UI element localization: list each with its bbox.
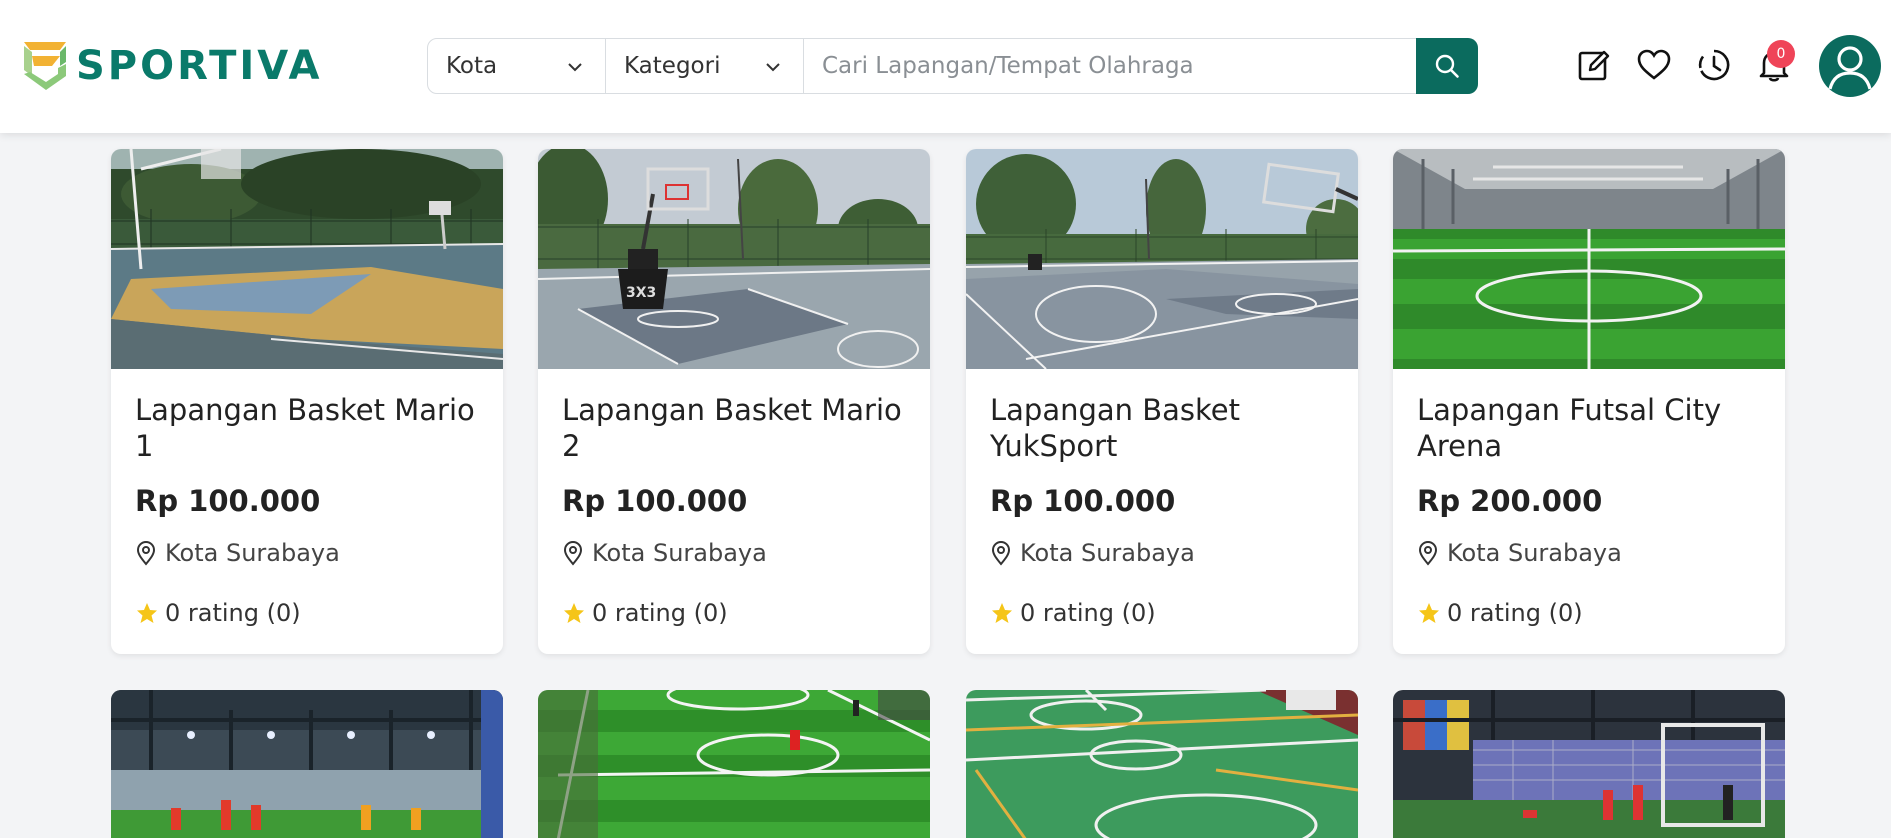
- chevron-down-icon: [766, 63, 780, 72]
- user-avatar[interactable]: [1819, 35, 1881, 97]
- venue-name: Lapangan Basket Mario 1: [135, 393, 475, 463]
- venue-card[interactable]: [111, 690, 503, 838]
- edit-button[interactable]: [1575, 46, 1613, 84]
- venue-photo: [1393, 149, 1785, 369]
- user-icon: [1828, 46, 1872, 90]
- venue-rating: 0 rating (0): [135, 599, 301, 627]
- venue-rating-text: 0 rating (0): [1020, 599, 1156, 627]
- venue-price: Rp 100.000: [990, 484, 1176, 518]
- map-pin-icon: [991, 541, 1011, 566]
- search-button[interactable]: [1416, 38, 1478, 94]
- history-button[interactable]: [1695, 46, 1733, 84]
- star-icon: [992, 603, 1012, 623]
- venue-rating: 0 rating (0): [1417, 599, 1583, 627]
- venue-name: Lapangan Futsal City Arena: [1417, 393, 1722, 463]
- venue-photo: [966, 149, 1358, 369]
- venue-photo: [538, 690, 930, 838]
- map-pin-icon: [563, 541, 583, 566]
- venue-card[interactable]: Lapangan Basket Mario 1 Rp 100.000 Kota …: [111, 149, 503, 654]
- brand-logo[interactable]: SPORTIVA: [20, 37, 323, 95]
- venue-rating-text: 0 rating (0): [165, 599, 301, 627]
- venue-card[interactable]: [1393, 690, 1785, 838]
- venue-location: Kota Surabaya: [990, 539, 1195, 567]
- favorites-button[interactable]: [1635, 46, 1673, 84]
- map-pin-icon: [1418, 541, 1438, 566]
- search-icon: [1435, 54, 1459, 78]
- city-dropdown[interactable]: Kota: [428, 39, 606, 93]
- venue-name: Lapangan Basket Mario 2: [562, 393, 902, 463]
- venue-card[interactable]: Lapangan Basket YukSport Rp 100.000 Kota…: [966, 149, 1358, 654]
- venue-card[interactable]: Lapangan Futsal City Arena Rp 200.000 Ko…: [1393, 149, 1785, 654]
- map-pin-icon: [136, 541, 156, 566]
- notification-badge: 0: [1767, 40, 1795, 68]
- brand-name: SPORTIVA: [76, 43, 323, 89]
- venue-location: Kota Surabaya: [1417, 539, 1622, 567]
- venue-photo: [111, 149, 503, 369]
- search-input[interactable]: [804, 39, 1416, 93]
- star-icon: [137, 603, 157, 623]
- venue-photo: [1393, 690, 1785, 838]
- venue-location: Kota Surabaya: [135, 539, 340, 567]
- city-dropdown-label: Kota: [446, 53, 498, 79]
- venue-location-text: Kota Surabaya: [165, 539, 340, 567]
- venue-location-text: Kota Surabaya: [1447, 539, 1622, 567]
- venue-price: Rp 100.000: [135, 484, 321, 518]
- venue-location-text: Kota Surabaya: [592, 539, 767, 567]
- venue-location: Kota Surabaya: [562, 539, 767, 567]
- venue-price: Rp 200.000: [1417, 484, 1603, 518]
- history-icon: [1698, 49, 1730, 81]
- category-dropdown[interactable]: Kategori: [606, 39, 804, 93]
- star-icon: [564, 603, 584, 623]
- svg-text:3X3: 3X3: [626, 285, 656, 301]
- star-icon: [1419, 603, 1439, 623]
- top-navbar: SPORTIVA Kota Kategori Cari Lapangan/Tem…: [0, 0, 1891, 133]
- venue-name: Lapangan Basket YukSport: [990, 393, 1241, 463]
- venue-price: Rp 100.000: [562, 484, 748, 518]
- category-dropdown-label: Kategori: [624, 53, 721, 79]
- edit-icon: [1578, 50, 1610, 81]
- venue-photo: [111, 690, 503, 838]
- venue-card[interactable]: 3X3 Lapangan Basket Mario 2 Rp 100.000 K…: [538, 149, 930, 654]
- shield-logo-icon: [24, 42, 66, 90]
- venue-photo: 3X3: [538, 149, 930, 369]
- venue-rating-text: 0 rating (0): [1447, 599, 1583, 627]
- venue-card[interactable]: [966, 690, 1358, 838]
- venue-location-text: Kota Surabaya: [1020, 539, 1195, 567]
- heart-icon: [1637, 49, 1671, 80]
- chevron-down-icon: [568, 63, 582, 72]
- venue-rating: 0 rating (0): [562, 599, 728, 627]
- venue-card[interactable]: [538, 690, 930, 838]
- venue-photo: [966, 690, 1358, 838]
- venue-rating-text: 0 rating (0): [592, 599, 728, 627]
- venue-rating: 0 rating (0): [990, 599, 1156, 627]
- search-bar: Kota Kategori: [427, 38, 1478, 94]
